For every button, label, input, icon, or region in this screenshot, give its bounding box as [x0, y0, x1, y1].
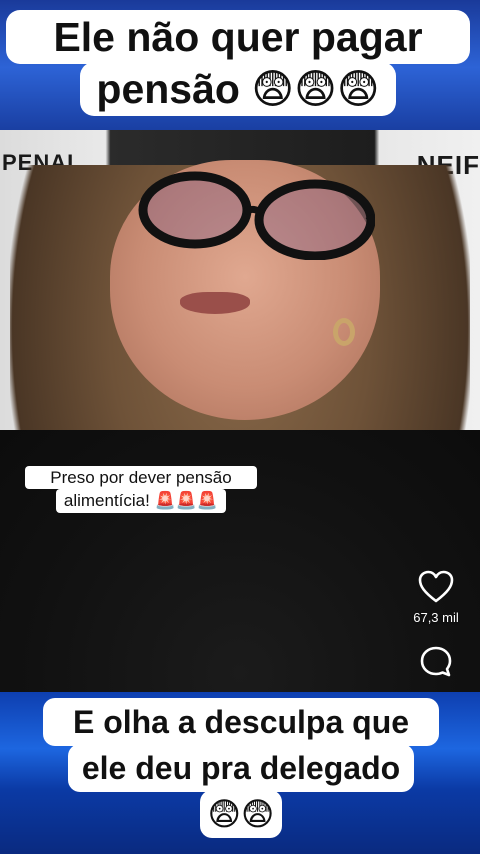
sticker-line2: alimentícia! 🚨🚨🚨 — [55, 489, 227, 513]
bottom-caption: E olha a desculpa que ele deu pra delega… — [30, 698, 452, 838]
heart-outline-icon[interactable] — [418, 570, 454, 604]
sticker-line1: Preso por dever pensão — [25, 466, 257, 489]
earring — [333, 318, 355, 346]
glasses-graphic — [138, 171, 375, 260]
fearful-emoji-pair-icon: 😨😨 — [199, 790, 283, 838]
sticker-line2-text: alimentícia! — [63, 491, 150, 510]
top-caption-line2: pensão 😨😨😨 — [80, 62, 396, 116]
action-rail: 67,3 mil — [404, 570, 468, 679]
bottom-caption-line2: ele deu pra delegado — [67, 744, 415, 792]
fearful-emoji-icon: 😨😨😨 — [251, 65, 380, 113]
top-caption: Ele não quer pagar pensão 😨😨😨 — [6, 10, 470, 116]
top-caption-line2-text: pensão — [96, 66, 240, 112]
person-mouth — [180, 292, 250, 314]
comment-bubble-icon[interactable] — [419, 645, 453, 679]
text-sticker: Preso por dever pensão alimentícia! 🚨🚨🚨 — [24, 466, 258, 513]
top-caption-line1: Ele não quer pagar — [6, 10, 470, 64]
bottom-caption-line1: E olha a desculpa que — [43, 698, 439, 746]
like-count: 67,3 mil — [413, 610, 459, 625]
siren-emoji-icon: 🚨🚨🚨 — [154, 491, 219, 511]
